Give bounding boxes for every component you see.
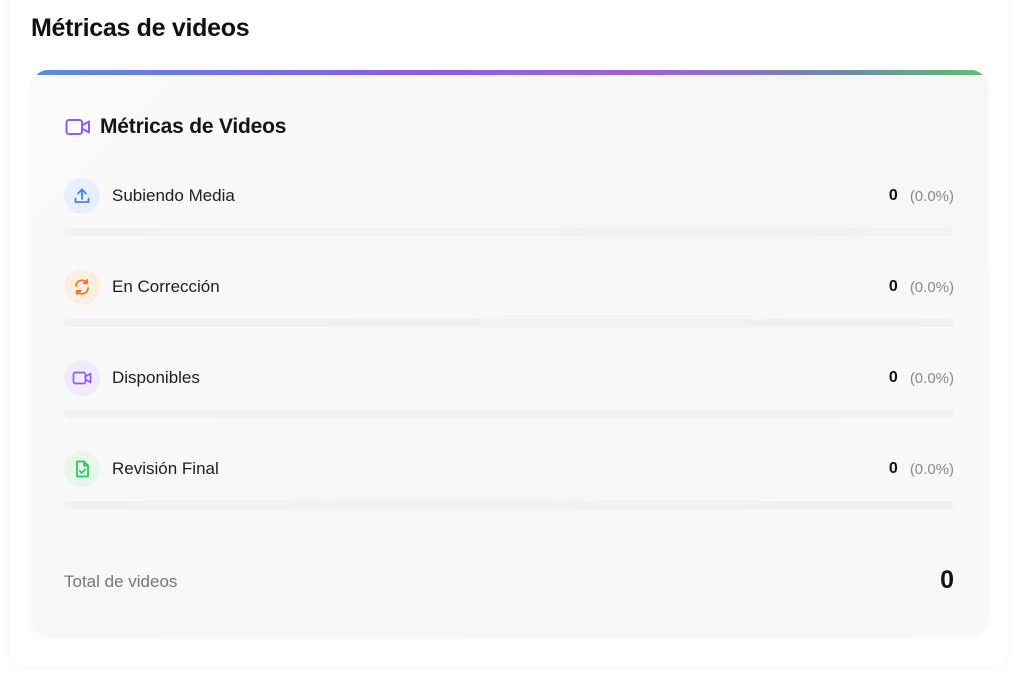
metric-label: Subiendo Media xyxy=(112,186,235,205)
total-videos-label: Total de videos xyxy=(64,572,178,591)
video-metrics-card: Métricas de Videos Subiendo Media 0 (0.0… xyxy=(32,70,987,633)
metric-count: 0 xyxy=(888,369,898,386)
page-title: Métricas de videos xyxy=(31,14,250,42)
metric-label: Disponibles xyxy=(112,368,200,387)
video-icon xyxy=(65,114,91,140)
metric-count: 0 xyxy=(888,187,898,204)
card-title: Métricas de Videos xyxy=(100,115,287,138)
video-icon xyxy=(72,371,92,385)
metric-progress-track xyxy=(64,501,954,509)
total-videos-value: 0 xyxy=(940,566,954,594)
upload-icon xyxy=(74,188,90,203)
metric-row-en-correccion: En Corrección 0 (0.0%) xyxy=(64,267,954,307)
metric-progress-track xyxy=(64,228,954,236)
metric-percent: (0.0%) xyxy=(909,369,954,387)
metric-count: 0 xyxy=(888,278,898,295)
metric-percent: (0.0%) xyxy=(909,278,954,296)
card-header: Métricas de Videos xyxy=(65,114,286,140)
metric-row-disponibles: Disponibles 0 (0.0%) xyxy=(64,358,954,398)
card-accent-bar xyxy=(32,70,987,75)
metric-row-revision-final: Revisión Final 0 (0.0%) xyxy=(64,449,954,489)
file-check-icon-badge xyxy=(64,451,100,487)
metric-row-subiendo-media: Subiendo Media 0 (0.0%) xyxy=(64,176,954,216)
metric-label: Revisión Final xyxy=(112,459,219,478)
metric-progress-track xyxy=(64,410,954,418)
file-check-icon xyxy=(76,460,89,478)
refresh-icon-badge xyxy=(64,269,100,305)
metric-percent: (0.0%) xyxy=(909,460,954,478)
metric-count: 0 xyxy=(888,460,898,477)
video-icon-badge xyxy=(64,360,100,396)
metric-percent: (0.0%) xyxy=(909,187,954,205)
refresh-icon xyxy=(75,278,89,296)
upload-icon-badge xyxy=(64,178,100,214)
metric-label: En Corrección xyxy=(112,277,220,296)
metric-progress-track xyxy=(64,319,954,327)
